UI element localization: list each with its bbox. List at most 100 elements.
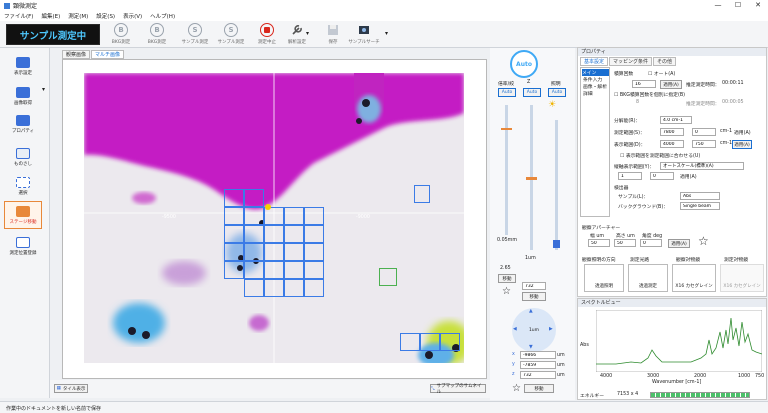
move-button-3[interactable]: 移動	[524, 384, 554, 393]
z-position-field[interactable]	[522, 282, 546, 290]
map-cell[interactable]	[284, 225, 304, 243]
map-cell[interactable]	[284, 243, 304, 261]
background-select[interactable]	[680, 202, 720, 210]
map-cell[interactable]	[264, 261, 284, 279]
tree-item-main[interactable]: メイン	[582, 69, 609, 76]
map-cell[interactable]	[284, 279, 304, 297]
arrow-left-icon[interactable]: ◀	[513, 327, 517, 332]
map-cell[interactable]	[224, 243, 244, 261]
scan-apply-button[interactable]: 適用(A)	[660, 80, 682, 89]
bkg-measure-button[interactable]: B BKG測定	[106, 23, 136, 47]
map-cell[interactable]	[304, 207, 324, 225]
illum-auto-button[interactable]: Auto	[548, 88, 566, 97]
register-position-button[interactable]: 測定位置登録	[4, 232, 42, 260]
map-cell[interactable]	[244, 279, 264, 297]
menu-settings[interactable]: 設定(S)	[96, 12, 115, 20]
map-cell[interactable]	[414, 185, 430, 203]
z-slider-thumb[interactable]	[526, 177, 537, 180]
auto-focus-button[interactable]: Auto	[510, 50, 538, 78]
display-apply-button[interactable]: 適用(A)	[732, 140, 752, 149]
chevron-down-icon[interactable]: ▾	[385, 30, 388, 37]
y-to-field[interactable]	[650, 172, 674, 180]
maximize-button[interactable]: ☐	[728, 0, 748, 11]
range-match-checkbox[interactable]: ☐ 表示範囲を測定範囲に合わせる(U)	[620, 152, 700, 159]
tab-multi-image[interactable]: マルチ画像	[91, 50, 125, 59]
tree-item-conditions[interactable]: 条件入力	[583, 76, 602, 83]
map-cell[interactable]	[224, 189, 244, 207]
map-cell[interactable]	[244, 189, 264, 207]
arrow-down-icon[interactable]: ▼	[529, 345, 533, 350]
map-cell[interactable]	[264, 225, 284, 243]
z-position-field-2[interactable]	[520, 371, 556, 379]
tab-observation-image[interactable]: 観察画像	[62, 50, 91, 59]
bkg-measure-button-2[interactable]: B BKG測定	[142, 23, 172, 47]
range-to-field[interactable]	[692, 128, 716, 136]
star-icon[interactable]: ☆	[512, 383, 521, 394]
menu-help[interactable]: ヘルプ(H)	[150, 12, 175, 20]
star-icon[interactable]: ☆	[698, 234, 709, 248]
close-button[interactable]: ✕	[748, 0, 768, 11]
chevron-down-icon[interactable]: ▾	[42, 86, 45, 93]
map-cell[interactable]	[400, 333, 420, 351]
bkg-scan-checkbox[interactable]: ☐ BKG積算回数を個別に指定(B)	[614, 91, 685, 98]
scan-count-field[interactable]	[632, 80, 656, 88]
menu-file[interactable]: ファイル(F)	[4, 12, 33, 20]
move-button[interactable]: 移動	[498, 274, 516, 283]
map-cell[interactable]	[244, 261, 264, 279]
map-cell[interactable]	[304, 279, 324, 297]
display-to-field[interactable]	[692, 140, 716, 148]
microscope-image[interactable]: -9500 -9000	[84, 73, 464, 363]
tab-basic-settings[interactable]: 基本設定	[580, 57, 609, 66]
sample-select[interactable]	[680, 192, 720, 200]
map-cell[interactable]	[264, 243, 284, 261]
illum-slider-thumb[interactable]	[553, 240, 560, 248]
ruler-button[interactable]: ものさし	[4, 143, 42, 171]
minimize-button[interactable]: —	[708, 0, 728, 11]
map-cell[interactable]	[420, 333, 440, 351]
sample-search-button[interactable]: サンプルサーチ	[346, 23, 382, 47]
map-cell[interactable]	[304, 225, 324, 243]
selected-cell[interactable]	[379, 268, 397, 286]
transmitted-illum-button[interactable]: 透過照明	[584, 264, 624, 292]
map-cell[interactable]	[304, 261, 324, 279]
map-cell[interactable]	[224, 225, 244, 243]
measure-objective-button[interactable]: X16 カセグレイン	[720, 264, 764, 292]
arrow-up-icon[interactable]: ▲	[529, 309, 533, 314]
capture-image-button[interactable]: 画像取得	[4, 82, 42, 110]
tree-item-analysis[interactable]: 画像・解析	[583, 83, 607, 90]
select-button[interactable]: 選択	[4, 172, 42, 200]
save-button[interactable]: 保存	[318, 23, 348, 47]
sample-measure-button[interactable]: S サンプル測定	[180, 23, 210, 47]
star-icon[interactable]: ☆	[502, 286, 511, 297]
menu-view[interactable]: 表示(V)	[123, 12, 142, 20]
tab-mapping[interactable]: マッピング条件	[609, 57, 653, 66]
chevron-down-icon[interactable]: ▾	[306, 30, 309, 37]
map-cell[interactable]	[440, 333, 460, 351]
arrow-right-icon[interactable]: ▶	[549, 327, 553, 332]
aperture-width-field[interactable]	[588, 239, 610, 247]
aperture-angle-field[interactable]	[640, 239, 662, 247]
map-cell[interactable]	[284, 207, 304, 225]
tile-view-button[interactable]: ▦ タイル表示	[54, 384, 88, 393]
display-settings-button[interactable]: 表示設定	[4, 52, 42, 80]
aperture-apply-button[interactable]: 適用(A)	[668, 239, 690, 248]
range-apply-button[interactable]: 適用(A)	[734, 129, 751, 136]
zoom-slider-thumb[interactable]	[501, 128, 512, 130]
map-cell[interactable]	[244, 207, 264, 225]
resolution-select[interactable]	[660, 116, 692, 124]
properties-button[interactable]: プロパティ	[4, 110, 42, 138]
yaxis-select[interactable]	[660, 162, 744, 170]
map-cell[interactable]	[224, 207, 244, 225]
zoom-slider[interactable]	[505, 105, 508, 235]
zoom-auto-button[interactable]: Auto	[498, 88, 516, 97]
y-apply-button[interactable]: 適用(A)	[680, 173, 697, 180]
sample-measure-button-2[interactable]: S サンプル測定	[216, 23, 246, 47]
display-from-field[interactable]	[660, 140, 684, 148]
x-position-field[interactable]	[520, 351, 556, 359]
stop-measure-button[interactable]: 測定中止	[252, 23, 282, 47]
map-cell[interactable]	[224, 261, 244, 279]
z-auto-button[interactable]: Auto	[523, 88, 541, 97]
map-cell[interactable]	[304, 243, 324, 261]
tree-item-details[interactable]: 詳細	[583, 90, 593, 97]
transmitted-measure-button[interactable]: 透過測定	[628, 264, 668, 292]
